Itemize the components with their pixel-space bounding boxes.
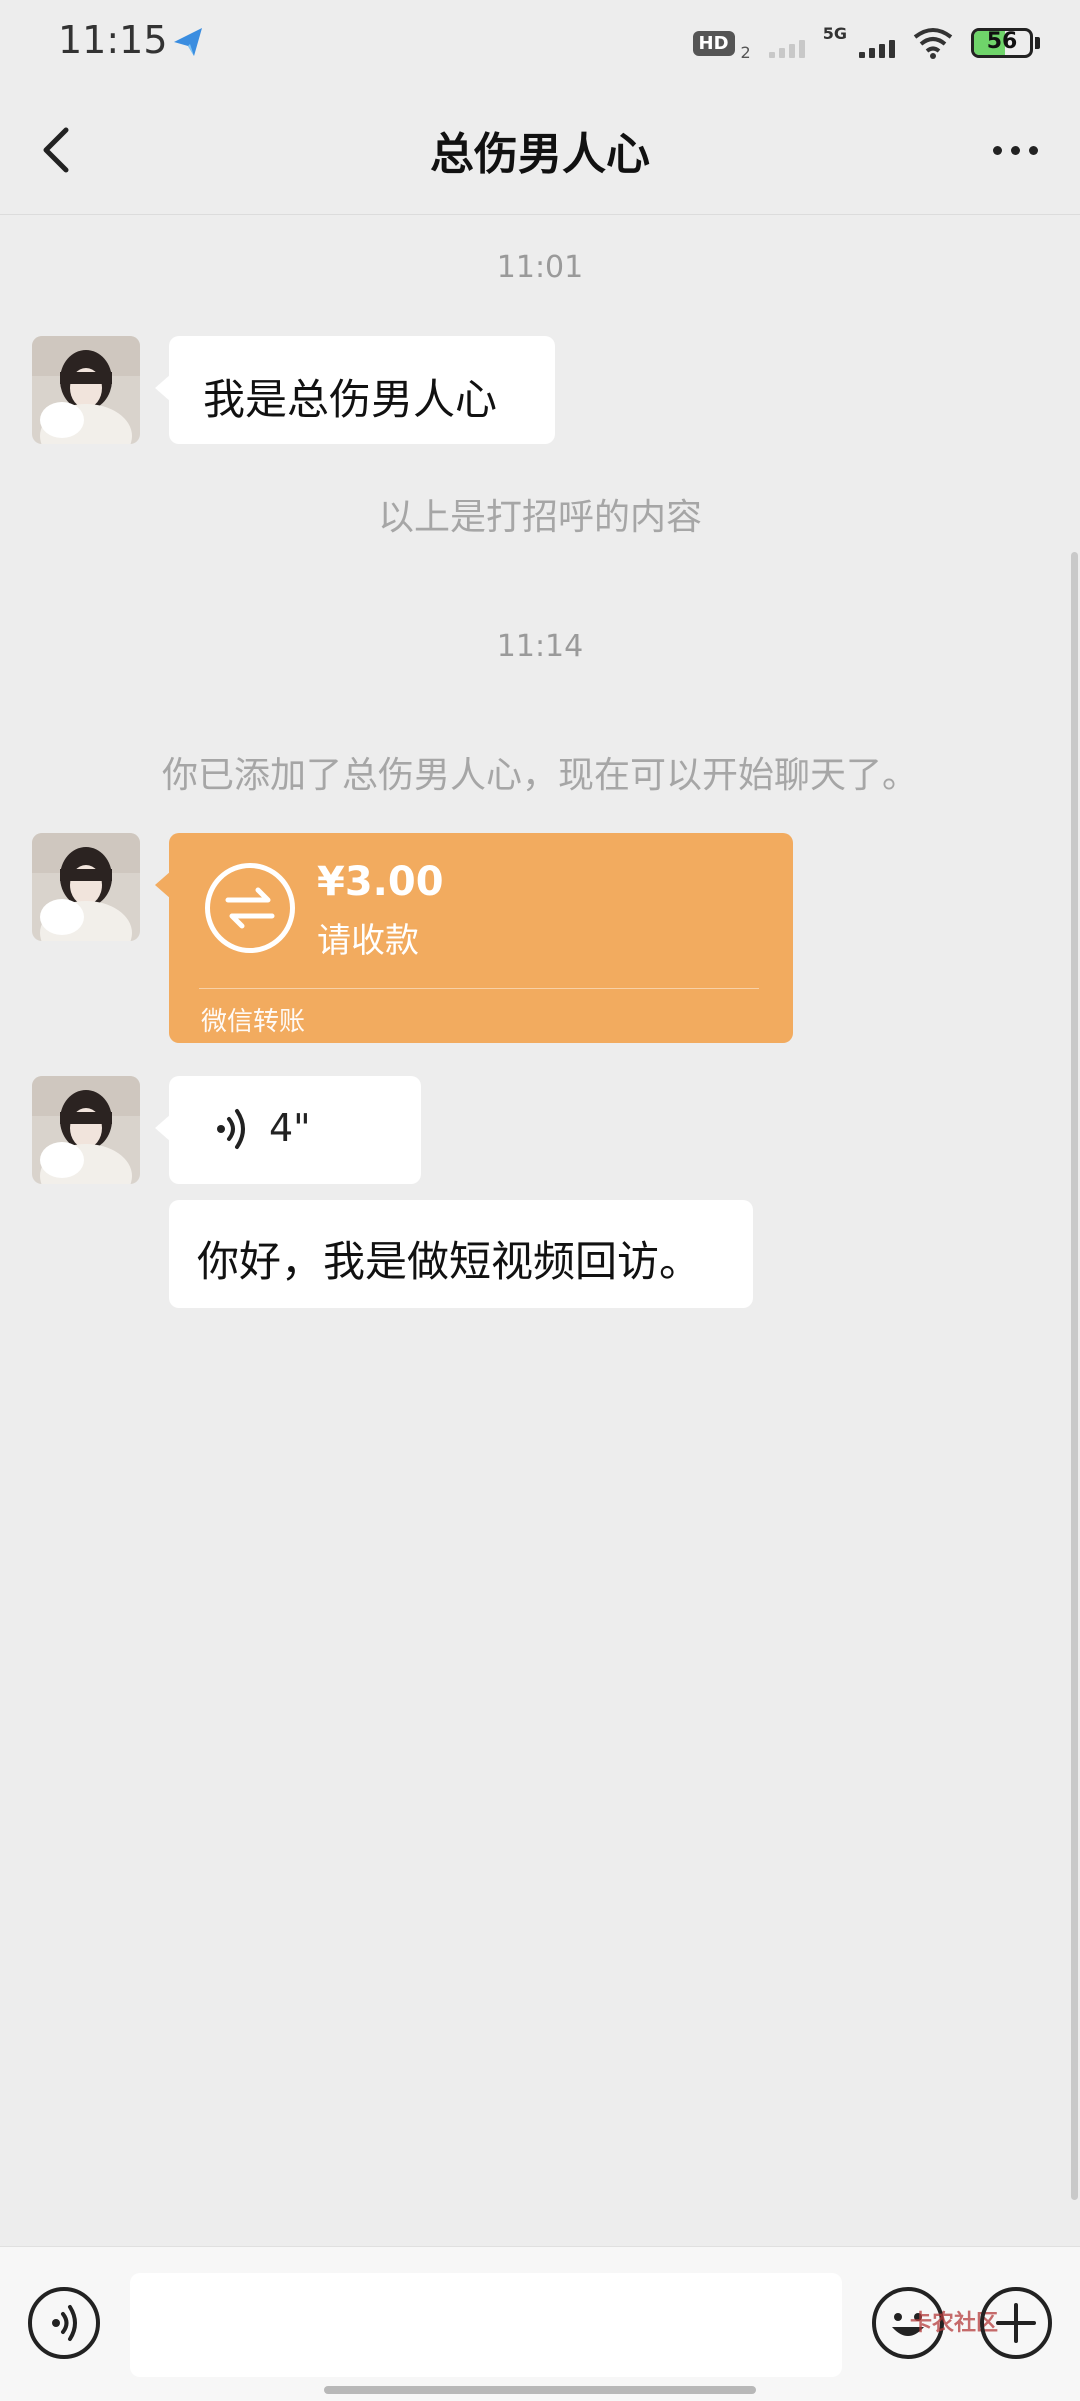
battery-level: 56 (986, 29, 1018, 54)
transfer-card[interactable]: ¥3.00 请收款 微信转账 (155, 833, 793, 1043)
page-title: 总伤男人心 (430, 129, 650, 180)
hd-sub: 2 (740, 42, 751, 62)
avatar-image (32, 1076, 140, 1184)
greeting-notice: 以上是打招呼的内容 (377, 497, 702, 538)
sim1-signal-icon (768, 28, 805, 58)
transfer-footer: 微信转账 (201, 1007, 306, 1037)
friend-added-notice: 你已添加了总伤男人心，现在可以开始聊天了。 (161, 755, 918, 796)
voice-icon[interactable] (28, 2287, 100, 2359)
message-text: 我是总伤男人心 (203, 375, 498, 424)
transfer-arrows-icon (205, 863, 295, 953)
avatar[interactable] (32, 336, 140, 444)
status-time: 11:15 (58, 18, 168, 62)
input-bar: 卡农社区 (0, 2246, 1080, 2401)
dot (1010, 145, 1020, 155)
battery-cap (1035, 37, 1040, 49)
plus-icon[interactable] (980, 2287, 1052, 2359)
status-bar: 11:15 HD 2 5G 56 (0, 0, 1080, 86)
chat-area[interactable]: 11:01 我是总伤男人心 以上是打招呼的内容 11:14 你已添加了总伤男人心… (0, 214, 1080, 2246)
network-type: 5G (822, 23, 847, 43)
message-bubble[interactable]: 我是总伤男人心 (155, 336, 555, 444)
voice-message[interactable]: 4" (155, 1076, 421, 1184)
voice-wave-icon (217, 1109, 245, 1149)
message-text: 你好，我是做短视频回访。 (197, 1237, 702, 1286)
avatar-image (32, 833, 140, 941)
status-indicators: HD 2 5G 56 (692, 20, 1040, 66)
battery-icon: 56 (971, 28, 1033, 58)
home-indicator[interactable] (324, 2386, 756, 2394)
message-bubble[interactable]: 你好，我是做短视频回访。 (169, 1200, 753, 1308)
avatar[interactable] (32, 1076, 140, 1184)
chat-scrollbar[interactable] (1071, 552, 1078, 2200)
avatar[interactable] (32, 833, 140, 941)
avatar-image (32, 336, 140, 444)
paper-plane-icon (174, 28, 202, 56)
divider (199, 988, 759, 989)
more-dots-icon[interactable] (980, 120, 1050, 180)
hd-badge: HD (692, 30, 735, 56)
message-timestamp: 11:01 (496, 250, 584, 285)
message-timestamp: 11:14 (496, 629, 584, 664)
sim2-signal-icon (859, 28, 895, 58)
wifi-icon (913, 28, 953, 59)
dot (1028, 145, 1038, 155)
dot (992, 145, 1002, 155)
message-input[interactable] (130, 2273, 842, 2377)
transfer-status: 请收款 (317, 921, 419, 961)
voice-duration: 4" (269, 1106, 311, 1150)
transfer-amount: ¥3.00 (317, 859, 444, 905)
chat-header: 总伤男人心 (0, 86, 1080, 215)
